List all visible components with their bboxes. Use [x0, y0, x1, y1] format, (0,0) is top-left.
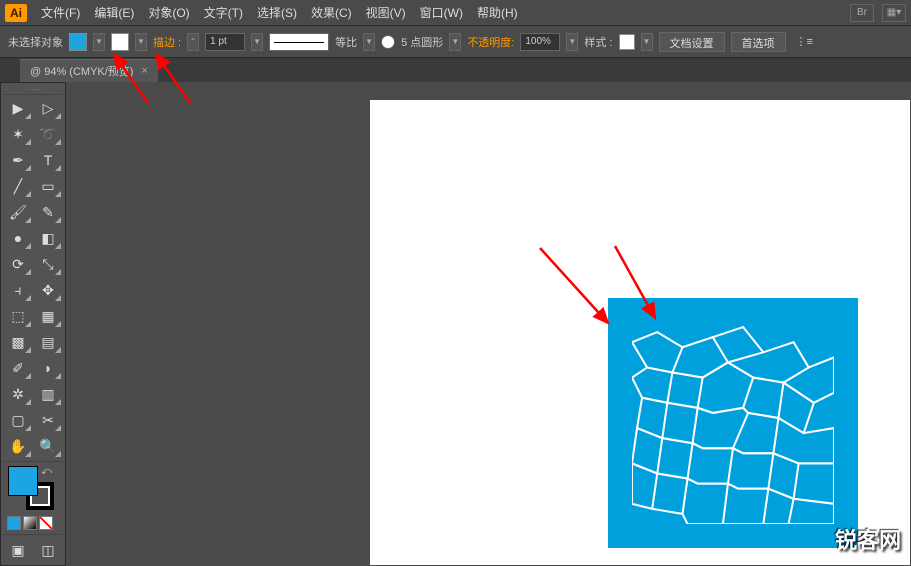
control-bar: 未选择对象 ▼ ▼ 描边 : ⌃ ▼ 等比 ▼ 5 点圆形 ▼ 不透明度: ▼ …	[0, 26, 911, 58]
menu-edit[interactable]: 编辑(E)	[94, 4, 134, 21]
eyedropper-tool[interactable]: ✐	[3, 355, 33, 381]
document-tab-title: @ 94% (CMYK/预览)	[30, 63, 133, 79]
stroke-swatch[interactable]	[111, 33, 129, 51]
width-tool[interactable]: ⫞	[3, 277, 33, 303]
stroke-type-label: 等比	[335, 34, 357, 50]
document-tab-strip: @ 94% (CMYK/预览) ×	[0, 58, 911, 82]
fill-indicator[interactable]	[8, 466, 38, 496]
selection-status: 未选择对象	[8, 34, 63, 50]
gradient-tool[interactable]: ▤	[33, 329, 63, 355]
hand-tool[interactable]: ✋	[3, 433, 33, 459]
menu-view[interactable]: 视图(V)	[366, 4, 406, 21]
voronoi-pattern	[632, 322, 834, 524]
stroke-type-dropdown[interactable]: ▼	[363, 33, 375, 51]
menu-file[interactable]: 文件(F)	[41, 4, 80, 21]
rectangle-tool[interactable]: ▭	[33, 173, 63, 199]
blob-brush-tool[interactable]: ●	[3, 225, 33, 251]
fill-stroke-indicator[interactable]: ⤺	[8, 466, 58, 510]
symbol-sprayer-tool[interactable]: ✲	[3, 381, 33, 407]
perspective-grid-tool[interactable]: ▦	[33, 303, 63, 329]
swap-fill-stroke-icon[interactable]: ⤺	[41, 466, 52, 477]
style-swatch[interactable]	[619, 34, 635, 50]
artboard-tool[interactable]: ▢	[3, 407, 33, 433]
shape-builder-tool[interactable]: ⬚	[3, 303, 33, 329]
stroke-profile-preview[interactable]	[269, 33, 329, 51]
opacity-input[interactable]	[520, 33, 560, 51]
slice-tool[interactable]: ✂	[33, 407, 63, 433]
color-mode-solid[interactable]	[7, 516, 21, 530]
style-dropdown[interactable]: ▼	[641, 33, 653, 51]
direct-selection-tool[interactable]: ▷	[33, 95, 63, 121]
preferences-button[interactable]: 首选项	[731, 32, 786, 52]
selection-tool[interactable]: ▶	[3, 95, 33, 121]
style-label: 样式 :	[584, 34, 612, 50]
stroke-label: 描边 :	[153, 34, 181, 50]
draw-mode-button[interactable]: ◫	[33, 537, 63, 563]
brush-preview-icon[interactable]	[381, 35, 395, 49]
color-mode-gradient[interactable]	[23, 516, 37, 530]
pencil-tool[interactable]: ✎	[33, 199, 63, 225]
panel-menu-icon[interactable]: ⋮≡	[796, 35, 813, 48]
blue-rectangle-object[interactable]	[608, 298, 858, 548]
doc-setup-button[interactable]: 文档设置	[659, 32, 725, 52]
fill-swatch[interactable]	[69, 33, 87, 51]
arrange-docs-button[interactable]: ▦▾	[882, 4, 906, 22]
paintbrush-tool[interactable]: 🖌	[3, 199, 33, 225]
opacity-dropdown[interactable]: ▼	[566, 33, 578, 51]
screen-mode-button[interactable]: ▣	[3, 537, 33, 563]
tools-panel: ▶▷✶➰✒T╱▭🖌✎●◧⟳⤡⫞✥⬚▦▩▤✐◗✲▥▢✂✋🔍 ⤺ ▣ ◫	[0, 82, 66, 566]
color-mode-row	[3, 514, 63, 532]
stroke-dropdown[interactable]: ▼	[135, 33, 147, 51]
menu-bar: Ai 文件(F) 编辑(E) 对象(O) 文字(T) 选择(S) 效果(C) 视…	[0, 0, 911, 26]
menu-effect[interactable]: 效果(C)	[311, 4, 352, 21]
close-icon[interactable]: ×	[141, 65, 147, 77]
rotate-tool[interactable]: ⟳	[3, 251, 33, 277]
watermark: 锐客网	[835, 523, 901, 555]
type-tool[interactable]: T	[33, 147, 63, 173]
free-transform-tool[interactable]: ✥	[33, 277, 63, 303]
panel-grip[interactable]	[3, 85, 63, 95]
profile-dropdown[interactable]: ▼	[449, 33, 461, 51]
magic-wand-tool[interactable]: ✶	[3, 121, 33, 147]
zoom-tool[interactable]: 🔍	[33, 433, 63, 459]
mesh-tool[interactable]: ▩	[3, 329, 33, 355]
stroke-weight-dropdown[interactable]: ▼	[251, 33, 263, 51]
menu-object[interactable]: 对象(O)	[148, 4, 189, 21]
scale-tool[interactable]: ⤡	[33, 251, 63, 277]
menu-type[interactable]: 文字(T)	[204, 4, 243, 21]
bridge-button[interactable]: Br	[850, 4, 874, 22]
opacity-label: 不透明度:	[467, 34, 514, 50]
profile-label: 5 点圆形	[401, 34, 443, 50]
app-icon: Ai	[5, 4, 27, 22]
fill-dropdown[interactable]: ▼	[93, 33, 105, 51]
blend-tool[interactable]: ◗	[33, 355, 63, 381]
color-mode-none[interactable]	[39, 516, 53, 530]
lasso-tool[interactable]: ➰	[33, 121, 63, 147]
column-graph-tool[interactable]: ▥	[33, 381, 63, 407]
menu-help[interactable]: 帮助(H)	[477, 4, 518, 21]
eraser-tool[interactable]: ◧	[33, 225, 63, 251]
line-tool[interactable]: ╱	[3, 173, 33, 199]
pen-tool[interactable]: ✒	[3, 147, 33, 173]
menu-window[interactable]: 窗口(W)	[420, 4, 463, 21]
stroke-weight-down[interactable]: ⌃	[187, 33, 199, 51]
menu-select[interactable]: 选择(S)	[257, 4, 297, 21]
document-tab[interactable]: @ 94% (CMYK/预览) ×	[20, 59, 158, 82]
stroke-weight-input[interactable]	[205, 33, 245, 51]
